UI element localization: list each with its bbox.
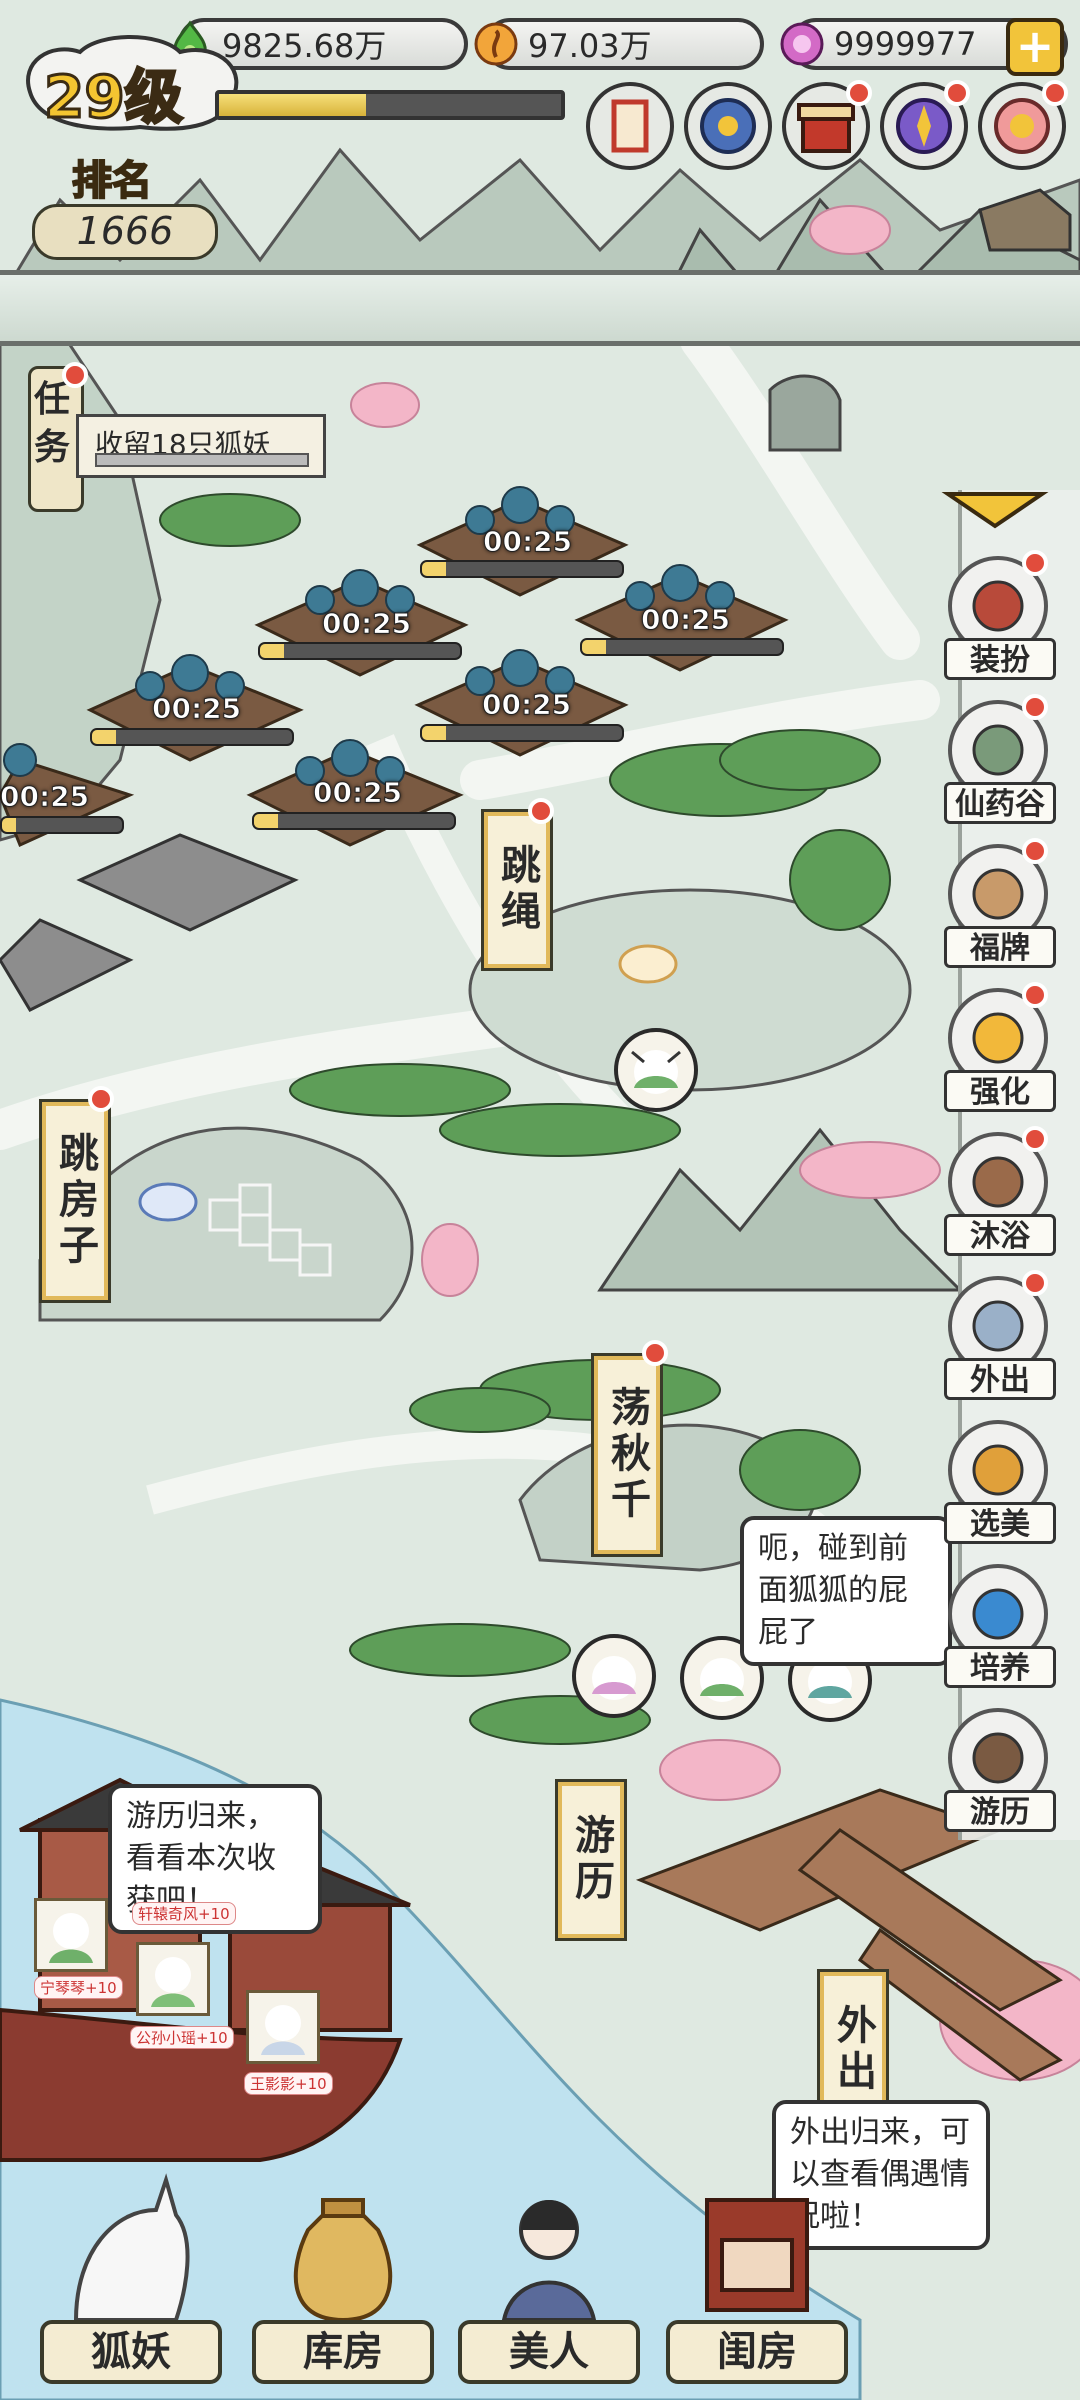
plot-progress [420, 560, 624, 578]
pink-fox-girl-icon [592, 1656, 636, 1700]
plot-timer: 00:25 [481, 688, 572, 722]
green-fox-girl-icon [151, 1957, 195, 2007]
menu-label: 仙药谷 [944, 782, 1056, 824]
plot-timer: 00:25 [321, 607, 412, 641]
plot-progress [258, 642, 462, 660]
boat-reward-tag: 王影影+10 [244, 2072, 333, 2095]
nav-storehouse-label: 库房 [252, 2320, 434, 2384]
menu-label: 选美 [944, 1502, 1056, 1544]
plot-timer: 00:25 [640, 603, 731, 637]
sign-jump-rope[interactable]: 跳绳 [484, 812, 550, 968]
menu-vanity-mirror[interactable]: 装扮 [944, 550, 1060, 686]
boat-portrait[interactable] [136, 1942, 210, 2016]
plot-timer: 00:25 [151, 692, 242, 726]
nav-beauty-label: 美人 [458, 2320, 640, 2384]
notification-dot [1022, 694, 1048, 720]
notification-dot [1022, 982, 1048, 1008]
plot-timer: 00:25 [312, 776, 403, 810]
nav-storehouse[interactable]: 库房 [248, 2170, 438, 2400]
menu-label: 沐浴 [944, 1214, 1056, 1256]
sign-hopscotch[interactable]: 跳房子 [42, 1102, 108, 1300]
treasure-sack-icon [293, 2198, 393, 2323]
plot-progress [0, 816, 124, 834]
notification-dot [88, 1086, 114, 1112]
plot-timer: 00:25 [482, 525, 573, 559]
boat-portrait[interactable] [246, 1990, 320, 2064]
menu-label: 福牌 [944, 926, 1056, 968]
notification-dot [1022, 1126, 1048, 1152]
white-fox-girl-icon [261, 2005, 305, 2055]
blue-fox-sprite-icon [138, 1182, 198, 1222]
plot-progress [252, 812, 456, 830]
boat-reward-tag: 宁琴琴+10 [34, 1976, 123, 1999]
notification-dot [1022, 550, 1048, 576]
notification-dot [528, 798, 554, 824]
menu-mountain-valley[interactable]: 仙药谷 [944, 694, 1060, 830]
boudoir-bed-icon [705, 2198, 809, 2312]
golden-fox-sprite-icon [618, 944, 678, 984]
plot-progress [420, 724, 624, 742]
boat-reward-tag: 公孙小瑶+10 [130, 2026, 234, 2049]
menu-label: 强化 [944, 1070, 1056, 1112]
green-fox-girl-icon [49, 1913, 93, 1963]
fox-avatar[interactable] [572, 1634, 656, 1718]
collapse-arrow-icon[interactable] [940, 490, 1050, 530]
game-screen: { "header": { "level": "29级", "xp_fracti… [0, 0, 1080, 2400]
menu-label: 游历 [944, 1790, 1056, 1832]
nav-boudoir[interactable]: 闺房 [662, 2170, 852, 2400]
menu-golden-fox[interactable]: 选美 [944, 1420, 1060, 1550]
notification-dot [1022, 1270, 1048, 1296]
fox-avatar[interactable] [614, 1028, 698, 1112]
menu-boat[interactable]: 游历 [944, 1708, 1060, 1838]
notification-dot [642, 1340, 668, 1366]
nav-beauty[interactable]: 美人 [454, 2170, 644, 2400]
menu-fortune-plaque[interactable]: 福牌 [944, 838, 1060, 974]
boat-reward-tag: 轩辕奇风+10 [132, 1902, 236, 1925]
nav-fox-label: 狐妖 [40, 2320, 222, 2384]
menu-flame[interactable]: 强化 [944, 982, 1060, 1118]
plot-progress [580, 638, 784, 656]
menu-label: 培养 [944, 1646, 1056, 1688]
notification-dot [1022, 838, 1048, 864]
green-fox-girl-icon [631, 1050, 681, 1094]
menu-label: 外出 [944, 1358, 1056, 1400]
boat-portrait[interactable] [34, 1898, 108, 1972]
white-fox-icon [73, 2173, 190, 2322]
beauty-portrait-icon [501, 2200, 597, 2322]
sign-swing[interactable]: 荡秋千 [594, 1356, 660, 1554]
menu-label: 装扮 [944, 638, 1056, 680]
menu-blue-flame[interactable]: 培养 [944, 1564, 1060, 1694]
nav-boudoir-label: 闺房 [666, 2320, 848, 2384]
speech-bubble-swing: 呃，碰到前面狐狐的屁屁了 [740, 1516, 952, 1666]
sign-travel[interactable]: 游历 [558, 1782, 624, 1938]
plot-timer: 00:25 [0, 780, 90, 814]
plot-progress [90, 728, 294, 746]
menu-snowy-peak[interactable]: 外出 [944, 1270, 1060, 1406]
menu-bath-tub[interactable]: 沐浴 [944, 1126, 1060, 1262]
nav-fox[interactable]: 狐妖 [36, 2170, 226, 2400]
